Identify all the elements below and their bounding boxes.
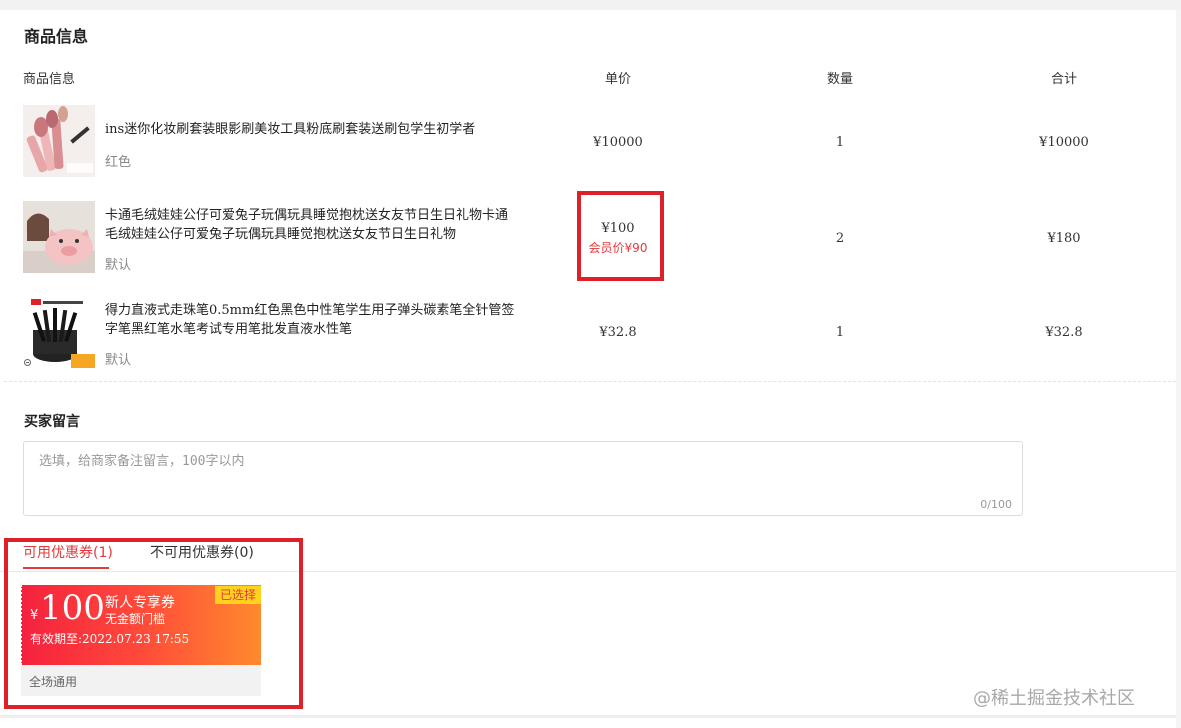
- product-spec: 默认: [105, 353, 132, 368]
- unit-price: ¥10000: [593, 135, 643, 150]
- table-row: ins迷你化妆刷套装眼影刷美妆工具粉底刷套装送刷包学生初学者 红色 ¥10000…: [0, 105, 1176, 185]
- product-name[interactable]: 得力直液式走珠笔0.5mm红色黑色中性笔学生用子弹头碳素笔全针管签字笔黑红笔水笔…: [105, 301, 515, 339]
- gel-pens-image[interactable]: [23, 296, 95, 368]
- makeup-brush-set-image[interactable]: [23, 105, 95, 177]
- column-header-qty: 数量: [826, 72, 854, 87]
- unit-price: ¥32.8: [599, 325, 637, 340]
- row-total: ¥32.8: [1045, 325, 1083, 340]
- product-spec: 默认: [105, 258, 132, 273]
- product-name[interactable]: ins迷你化妆刷套装眼影刷美妆工具粉底刷套装送刷包学生初学者: [105, 120, 525, 139]
- zoom-icon[interactable]: [24, 359, 31, 366]
- character-counter: 0/100: [980, 498, 1012, 511]
- top-gap: [0, 0, 1181, 10]
- buyer-message-textarea[interactable]: 选填，给商家备注留言，100字以内 0/100: [23, 441, 1023, 516]
- right-gap: [1176, 10, 1181, 728]
- highlight-box-coupon: [4, 538, 303, 709]
- message-placeholder: 选填，给商家备注留言，100字以内: [39, 454, 245, 469]
- plush-pig-doll-image[interactable]: [23, 201, 95, 273]
- column-header-goods: 商品信息: [23, 72, 76, 87]
- section-title-goods: 商品信息: [24, 27, 89, 46]
- row-total: ¥10000: [1039, 135, 1089, 150]
- column-header-total: 合计: [1050, 72, 1078, 87]
- table-row: 得力直液式走珠笔0.5mm红色黑色中性笔学生用子弹头碳素笔全针管签字笔黑红笔水笔…: [0, 296, 1176, 376]
- highlight-box-price: [577, 191, 664, 281]
- product-spec: 红色: [105, 155, 132, 170]
- section-title-message: 买家留言: [24, 414, 80, 430]
- column-header-price: 单价: [604, 72, 632, 87]
- quantity: 1: [835, 325, 845, 340]
- bottom-divider: [0, 715, 1176, 718]
- product-name[interactable]: 卡通毛绒娃娃公仔可爱兔子玩偶玩具睡觉抱枕送女友节日生日礼物卡通毛绒娃娃公仔可爱兔…: [105, 206, 515, 244]
- quantity: 1: [835, 135, 845, 150]
- quantity: 2: [835, 231, 845, 246]
- row-total: ¥180: [1047, 231, 1081, 246]
- divider: [4, 381, 1176, 382]
- watermark: @稀土掘金技术社区: [973, 688, 1135, 709]
